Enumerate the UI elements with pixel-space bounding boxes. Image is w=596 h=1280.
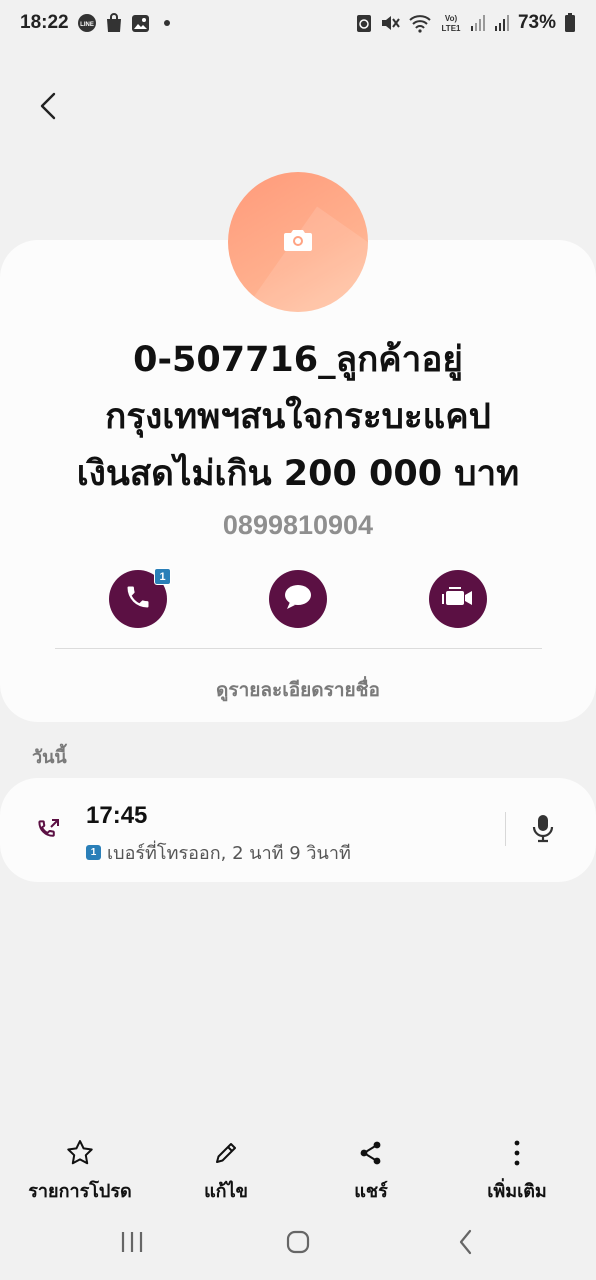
shopping-bag-icon	[105, 13, 123, 33]
status-bar-right: Vo) LTE1 73%	[356, 12, 576, 34]
share-label: แชร์	[354, 1181, 388, 1202]
favourite-label: รายการโปรด	[28, 1181, 132, 1202]
contact-name-line: กรุงเทพฯสนใจกระบะแคป	[105, 397, 491, 437]
more-vertical-icon	[512, 1136, 522, 1170]
call-time: 17:45	[86, 802, 148, 829]
outgoing-call-icon	[36, 816, 62, 846]
back-icon	[457, 1229, 475, 1259]
mute-icon	[380, 13, 400, 33]
phone-icon	[124, 583, 152, 615]
more-label: เพิ่มเติม	[487, 1181, 547, 1202]
view-contact-details-link[interactable]: ดูรายละเอียดรายชื่อ	[0, 675, 596, 705]
edit-label: แก้ไข	[204, 1181, 248, 1202]
pencil-icon	[212, 1136, 240, 1170]
recents-button[interactable]	[102, 1226, 162, 1262]
share-icon	[357, 1136, 385, 1170]
favourite-button[interactable]: รายการโปรด	[15, 1136, 145, 1206]
contact-name-line: เงินสดไม่เกิน 200 000 บาท	[76, 454, 520, 494]
home-icon	[285, 1229, 311, 1259]
video-call-button[interactable]	[429, 570, 487, 628]
contact-avatar[interactable]	[228, 172, 368, 312]
contact-name-line: 0-507716_ลูกค้าอยู่	[133, 340, 463, 380]
svg-text:LTE1: LTE1	[441, 24, 461, 33]
chevron-left-icon	[38, 91, 58, 125]
sim-badge: 1	[154, 568, 171, 585]
gallery-icon	[131, 14, 150, 33]
svg-text:LINE: LINE	[80, 22, 94, 28]
status-bar: 18:22 LINE Vo) LTE1 73%	[0, 0, 596, 46]
history-section-label: วันนี้	[32, 747, 67, 768]
message-icon	[283, 583, 313, 615]
recycle-icon	[356, 13, 372, 33]
call-recording-button[interactable]	[524, 810, 562, 850]
log-separator	[505, 812, 506, 846]
video-icon	[442, 585, 474, 613]
clock: 18:22	[20, 12, 69, 33]
signal-icon	[470, 14, 486, 32]
contact-name: 0-507716_ลูกค้าอยู่ กรุงเทพฯสนใจกระบะแคป…	[20, 332, 576, 503]
navigation-bar	[0, 1218, 596, 1270]
sim-badge: 1	[86, 845, 101, 860]
star-icon	[65, 1136, 95, 1170]
microphone-icon	[531, 813, 555, 847]
call-detail: 1 เบอร์ที่โทรออก, 2 นาที 9 วินาที	[86, 838, 351, 867]
card-divider	[55, 648, 542, 649]
phone-number[interactable]: 0899810904	[0, 510, 596, 541]
home-button[interactable]	[268, 1226, 328, 1262]
recents-icon	[119, 1230, 145, 1258]
call-button[interactable]: 1	[109, 568, 171, 628]
message-button[interactable]	[269, 570, 327, 628]
more-button[interactable]: เพิ่มเติม	[452, 1136, 582, 1206]
camera-icon	[283, 228, 313, 256]
wifi-icon	[408, 13, 432, 33]
svg-text:Vo): Vo)	[445, 14, 458, 23]
battery-percent: 73%	[517, 12, 556, 33]
battery-icon	[564, 13, 576, 33]
signal-icon	[494, 14, 510, 32]
notification-dot	[163, 20, 170, 26]
nav-back-button[interactable]	[436, 1226, 496, 1262]
call-detail-text: เบอร์ที่โทรออก, 2 นาที 9 วินาที	[107, 843, 351, 864]
back-button[interactable]	[26, 86, 70, 130]
edit-button[interactable]: แก้ไข	[161, 1136, 291, 1206]
line-icon: LINE	[77, 13, 97, 33]
share-button[interactable]: แชร์	[306, 1136, 436, 1206]
status-bar-left: 18:22 LINE	[20, 12, 170, 34]
volte-lte-icon: Vo) LTE1	[440, 12, 462, 34]
